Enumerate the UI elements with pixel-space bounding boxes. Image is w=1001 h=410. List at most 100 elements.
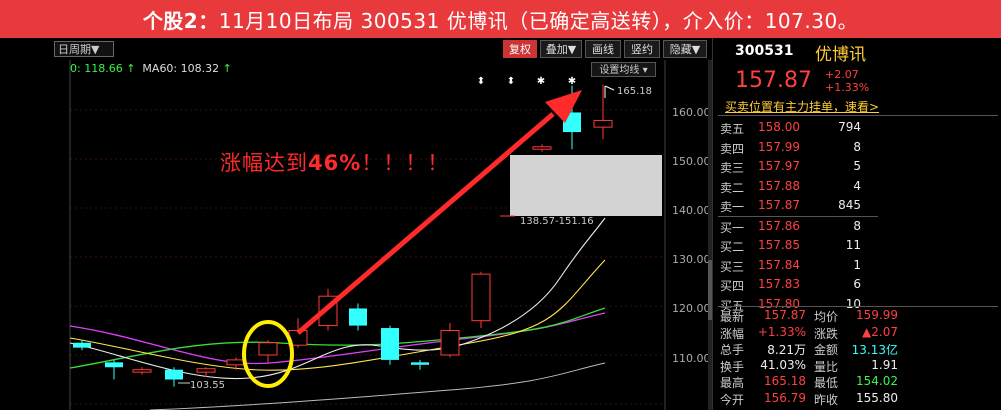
stat-key: 量比: [814, 359, 839, 374]
ma60-arrow: ↑: [222, 62, 232, 75]
stat-value: 157.87: [764, 308, 806, 322]
bid-row[interactable]: 买二 157.85 11: [718, 236, 878, 256]
ask-volume: 8: [853, 139, 861, 154]
candle-down: [349, 308, 367, 326]
banner-text: 11月10日布局 300531 优博讯（已确定高送转），介入价：107.30。: [218, 8, 859, 33]
order-book: 卖五 158.00 794 卖四 157.99 8 卖三 157.97 5 卖二 157.88 4 卖一…: [718, 118, 878, 314]
ask-price: 157.99: [758, 139, 800, 154]
bid-volume: 6: [853, 277, 861, 291]
candle-down: [381, 328, 399, 360]
gap-range-label: 138.57-151.16: [520, 216, 594, 227]
candle-down: [105, 362, 123, 368]
stock-name: 优博讯: [815, 45, 866, 65]
stat-value: 154.02: [856, 374, 898, 388]
draw-button-2[interactable]: 竖约: [624, 40, 660, 58]
gain-text-b: 46%: [308, 151, 362, 175]
stat-key: 最高: [720, 376, 745, 390]
last-price: 157.87: [735, 68, 812, 93]
bid-volume: 11: [845, 238, 861, 252]
ask-volume: 845: [838, 198, 861, 212]
candle-down: [165, 369, 183, 380]
draw-line-button[interactable]: 画线: [585, 40, 621, 58]
stat-key: 涨跌: [814, 326, 839, 341]
ma60-value: MA60: 108.32: [142, 62, 220, 75]
ask-row[interactable]: 卖一 157.87 845: [718, 196, 878, 216]
ma-arrow: ↑: [126, 62, 136, 75]
period-selector[interactable]: 日周期▼: [54, 41, 114, 57]
stats-row: 最新 157.87 均价 159.99: [718, 307, 998, 324]
y-tick-160: 160.00: [672, 106, 711, 119]
event-marker: ⬍: [507, 76, 515, 87]
y-tick-110: 110.00: [672, 352, 711, 365]
stat-key: 最低: [814, 376, 839, 390]
y-tick-140: 140.00: [672, 204, 711, 217]
candle-up: [471, 273, 491, 322]
ma-settings-label: 设置均线: [599, 65, 640, 76]
candle-down: [411, 362, 429, 365]
kline-chart[interactable]: ⬍ ⬍ ✱ ✱: [0, 38, 712, 410]
ask-row[interactable]: 卖二 157.88 4: [718, 177, 878, 197]
overlay-button[interactable]: 叠加▼: [540, 40, 582, 58]
bid-row[interactable]: 买四 157.83 6: [718, 275, 878, 295]
stats-row: 今开 156.79 昨收 155.80: [718, 390, 998, 407]
ma-legend: 0: 118.66 ↑ MA60: 108.32 ↑: [70, 62, 232, 75]
hide-button[interactable]: 隐藏▼: [663, 40, 707, 58]
ask-row[interactable]: 卖三 157.97 5: [718, 157, 878, 177]
ask-row[interactable]: 卖四 157.99 8: [718, 138, 878, 158]
stats-row: 换手 41.03% 量比 1.91: [718, 357, 998, 374]
event-marker: ⬍: [477, 76, 485, 87]
price-change: +2.07 +1.33%: [825, 68, 869, 94]
ma-value: 0: 118.66: [70, 62, 123, 75]
ma-settings-button[interactable]: 设置均线 ▾: [591, 62, 656, 77]
ask-volume: 4: [853, 178, 861, 193]
candle-up: [132, 369, 152, 373]
stat-value: 13.13亿: [851, 343, 898, 357]
stats-row: 最高 165.18 最低 154.02: [718, 373, 998, 390]
bid-price: 157.85: [758, 238, 800, 252]
stats-row: 总手 8.21万 金额 13.13亿: [718, 340, 998, 357]
y-tick-130: 130.00: [672, 253, 711, 266]
ask-price: 157.87: [758, 198, 800, 212]
event-marker: ✱: [568, 76, 576, 87]
bid-row[interactable]: 买三 157.84 1: [718, 256, 878, 276]
stat-value: 156.79: [764, 390, 806, 405]
gain-text-a: 涨幅达到: [220, 151, 308, 175]
y-tick-120: 120.00: [672, 302, 711, 315]
bid-volume: 8: [853, 218, 861, 233]
ask-row[interactable]: 卖五 158.00 794: [718, 118, 878, 138]
bid-row[interactable]: 买一 157.86 8: [718, 217, 878, 237]
banner-prefix: 个股2：: [142, 8, 219, 33]
ask-price: 158.00: [758, 120, 800, 134]
candle-up: [258, 342, 278, 356]
stats-table: 最新 157.87 均价 159.99 涨幅 +1.33% 涨跌 ▲2.07 总手 8.21万 金额…: [718, 307, 998, 407]
stat-key: 总手: [720, 343, 745, 357]
stat-value: 1.91: [871, 357, 898, 372]
stat-value: +1.33%: [757, 324, 806, 339]
ask-price: 157.97: [758, 159, 800, 173]
candle-up: [532, 146, 552, 150]
low-label: 103.55: [190, 380, 225, 391]
main-force-link[interactable]: 买卖位置有主力挂单，速看>: [725, 98, 879, 115]
stock-code: 300531: [735, 43, 794, 59]
candle-down: [73, 342, 91, 348]
candle-up: [226, 359, 246, 366]
candle-up: [196, 368, 216, 373]
high-label: 165.18: [617, 86, 652, 97]
stat-value: 159.99: [856, 308, 898, 322]
stats-row: 涨幅 +1.33% 涨跌 ▲2.07: [718, 324, 998, 341]
stat-value: 155.80: [856, 390, 898, 405]
stat-key: 换手: [720, 359, 745, 374]
divider: [718, 115, 998, 116]
stat-key: 涨幅: [720, 326, 745, 341]
restore-rights-button[interactable]: 复权: [503, 40, 537, 58]
bid-price: 157.83: [758, 277, 800, 291]
kline-svg: ⬍ ⬍ ✱ ✱: [69, 60, 666, 410]
event-marker: ✱: [537, 76, 545, 87]
ask-volume: 794: [838, 120, 861, 134]
ask-volume: 5: [853, 159, 861, 173]
high-marker: [604, 85, 615, 91]
bid-price: 157.84: [758, 257, 800, 272]
bid-volume: 1: [853, 257, 861, 272]
candle-up: [593, 119, 613, 128]
bid-price: 157.86: [758, 218, 800, 233]
